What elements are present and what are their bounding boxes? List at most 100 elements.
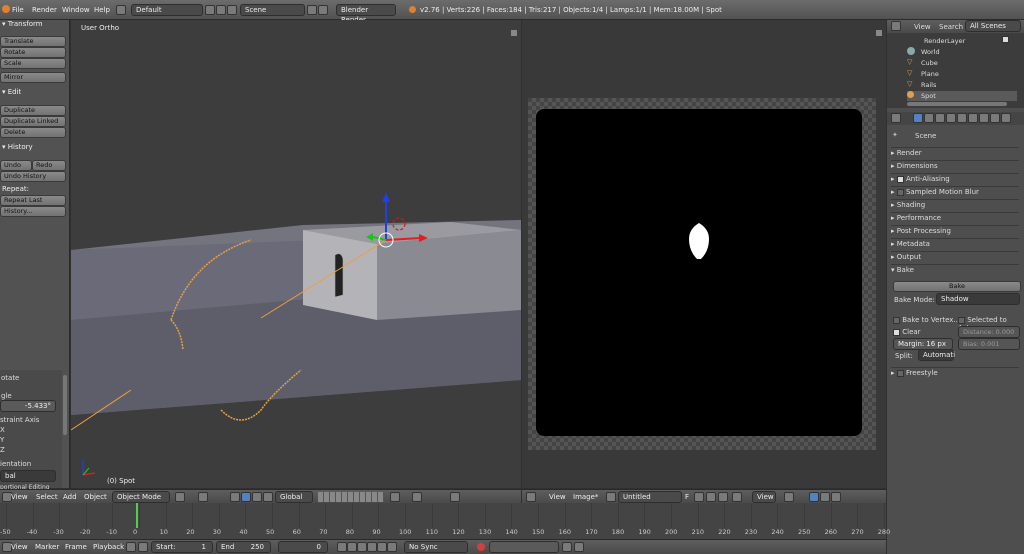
panel-output[interactable]: ▸ Output <box>891 251 1019 261</box>
translate-button[interactable]: Translate <box>0 36 66 47</box>
timeline-menu-frame[interactable]: Frame <box>65 543 87 551</box>
mode-select[interactable]: Object Mode <box>112 491 170 503</box>
undo-history-button[interactable]: Undo History <box>0 171 66 182</box>
image-menu-view[interactable]: View <box>549 493 566 501</box>
outliner-item-spot[interactable]: Spot <box>907 91 1017 101</box>
scene-remove-icon[interactable] <box>318 5 328 15</box>
outliner-item-rails[interactable]: ▽ Rails <box>907 80 1017 90</box>
menu-select[interactable]: Select <box>36 493 58 501</box>
play-icon[interactable] <box>367 542 377 552</box>
scene-tab-icon[interactable] <box>935 113 945 123</box>
jump-start-icon[interactable] <box>337 542 347 552</box>
fake-user-toggle[interactable]: F <box>685 493 689 501</box>
insert-keyframe-icon[interactable] <box>562 542 572 552</box>
panel-performance[interactable]: ▸ Performance <box>891 212 1019 222</box>
layers-grid[interactable] <box>318 492 384 502</box>
current-frame-field[interactable]: 0 <box>278 541 328 553</box>
delete-keyframe-icon[interactable] <box>574 542 584 552</box>
outliner-tab-search[interactable]: Search <box>939 23 963 31</box>
timeline-menu-marker[interactable]: Marker <box>35 543 59 551</box>
history-title[interactable]: ▾ History <box>2 143 33 151</box>
cube-side[interactable] <box>377 230 521 320</box>
outliner-display-select[interactable]: All Scenes <box>965 20 1021 32</box>
play-reverse-icon[interactable] <box>357 542 367 552</box>
new-image-icon[interactable] <box>694 492 704 502</box>
motion-blur-checkbox[interactable] <box>896 188 904 196</box>
modifiers-tab-icon[interactable] <box>979 113 989 123</box>
keying-set-field[interactable] <box>489 541 559 553</box>
bias-field[interactable]: Bias: 0.001 <box>958 338 1020 350</box>
pin-image-icon[interactable] <box>732 492 742 502</box>
scene-selector[interactable]: Scene <box>240 4 305 16</box>
channels-icon[interactable] <box>784 492 794 502</box>
sync-mode-select[interactable]: No Sync <box>404 541 468 553</box>
layout-add-icon[interactable] <box>205 5 215 15</box>
outliner-scrollbar[interactable] <box>907 102 1007 106</box>
snap-icon[interactable] <box>412 492 422 502</box>
panel-freestyle[interactable]: ▸ Freestyle <box>891 367 1019 377</box>
render-engine-select[interactable]: Blender Render <box>336 4 396 24</box>
outliner-item-cube[interactable]: ▽ Cube <box>907 58 1017 68</box>
orientation-dropdown[interactable]: Global <box>275 491 313 503</box>
renderlayer-checkbox[interactable] <box>1002 36 1009 43</box>
layout-icon[interactable] <box>116 5 126 15</box>
render-preview-icon[interactable] <box>450 492 460 502</box>
manipulator-icon[interactable] <box>230 492 240 502</box>
rotate-manip-icon[interactable] <box>252 492 262 502</box>
alpha-icon[interactable] <box>809 492 819 502</box>
edit-title[interactable]: ▾ Edit <box>2 88 21 96</box>
current-frame-indicator[interactable] <box>136 503 138 528</box>
outliner-item-renderlayer[interactable]: RenderLayer <box>907 36 1017 46</box>
start-frame-field[interactable]: Start: 1 <box>151 541 213 553</box>
repeat-last-button[interactable]: Repeat Last <box>0 195 66 206</box>
delete-button[interactable]: Delete <box>0 127 66 138</box>
menu-object[interactable]: Object <box>84 493 107 501</box>
image-corner-icon[interactable] <box>876 30 882 36</box>
scale-manip-icon[interactable] <box>263 492 273 502</box>
rotate-button[interactable]: Rotate <box>0 47 66 58</box>
outliner-tab-view[interactable]: View <box>914 23 931 31</box>
panel-render[interactable]: ▸ Render <box>891 147 1019 157</box>
duplicate-button[interactable]: Duplicate <box>0 105 66 116</box>
panel-motion-blur[interactable]: ▸ Sampled Motion Blur <box>891 186 1019 196</box>
shelf-scrollbar[interactable] <box>63 375 67 435</box>
translate-manip-icon[interactable] <box>241 492 251 502</box>
world-tab-icon[interactable] <box>946 113 956 123</box>
menu-add[interactable]: Add <box>63 493 77 501</box>
next-key-icon[interactable] <box>377 542 387 552</box>
shading-icon[interactable] <box>175 492 185 502</box>
mirror-button[interactable]: Mirror <box>0 72 66 83</box>
close-image-icon[interactable] <box>718 492 728 502</box>
panel-anti-aliasing[interactable]: ▸ Anti-Aliasing <box>891 173 1019 183</box>
data-tab-icon[interactable] <box>990 113 1000 123</box>
menu-view[interactable]: View <box>11 493 28 501</box>
duplicate-linked-button[interactable]: Duplicate Linked <box>0 116 66 127</box>
history-button[interactable]: History... <box>0 206 66 217</box>
scale-button[interactable]: Scale <box>0 58 66 69</box>
layout-remove-icon[interactable] <box>216 5 226 15</box>
outliner-type-icon[interactable] <box>891 21 901 31</box>
menu-help[interactable]: Help <box>94 6 110 14</box>
jump-end-icon[interactable] <box>387 542 397 552</box>
timeline-menu-playback[interactable]: Playback <box>93 543 124 551</box>
texture-tab-icon[interactable] <box>1001 113 1011 123</box>
render-tab-icon[interactable] <box>913 113 923 123</box>
timeline[interactable]: -50 -40 -30 -20 -10 0 10 20 30 40 50 60 70 80 90 100 110… <box>0 503 890 539</box>
preview-range-icon[interactable] <box>126 542 136 552</box>
constraints-tab-icon[interactable] <box>968 113 978 123</box>
freestyle-checkbox[interactable] <box>896 369 904 377</box>
render-result-image[interactable] <box>536 109 862 436</box>
panel-bake[interactable]: ▾ Bake <box>891 264 1019 274</box>
pin-icon[interactable]: ✦ <box>892 131 898 139</box>
outliner-item-world[interactable]: World <box>907 47 1017 57</box>
anti-aliasing-checkbox[interactable] <box>896 175 904 183</box>
3d-viewport[interactable]: User Ortho (0) Spot <box>71 20 521 488</box>
end-frame-field[interactable]: End 250 <box>216 541 271 553</box>
viewport-scene[interactable] <box>71 20 521 488</box>
preview-range-icon-2[interactable] <box>138 542 148 552</box>
panel-dimensions[interactable]: ▸ Dimensions <box>891 160 1019 170</box>
undo-button[interactable]: Undo <box>0 160 32 171</box>
split-select[interactable]: Automati <box>918 349 955 361</box>
lock-icon[interactable] <box>390 492 400 502</box>
zdepth-icon[interactable] <box>820 492 830 502</box>
